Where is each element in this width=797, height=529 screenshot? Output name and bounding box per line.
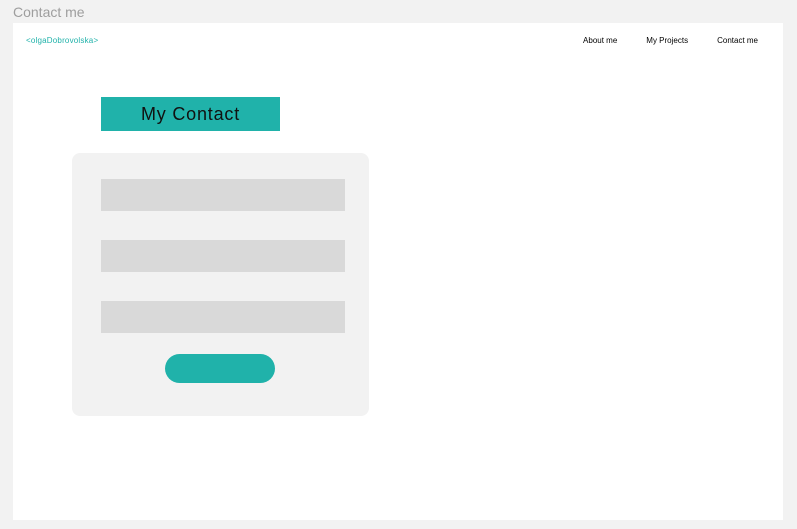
nav-item-about[interactable]: About me <box>583 35 617 46</box>
nav-item-projects[interactable]: My Projects <box>646 35 688 46</box>
message-field[interactable] <box>101 301 345 333</box>
site-logo[interactable]: <olgaDobrovolska> <box>26 36 98 46</box>
page-title-banner: My Contact <box>101 97 280 131</box>
submit-button[interactable] <box>165 354 275 383</box>
name-field[interactable] <box>101 179 345 211</box>
email-field[interactable] <box>101 240 345 272</box>
nav-item-contact[interactable]: Contact me <box>717 35 758 46</box>
page-title: My Contact <box>140 103 241 124</box>
contact-form <box>72 153 369 416</box>
top-navigation: About me My Projects Contact me <box>583 35 758 46</box>
frame-title: Contact me <box>13 4 85 20</box>
contact-page: <olgaDobrovolska> About me My Projects C… <box>13 23 783 520</box>
